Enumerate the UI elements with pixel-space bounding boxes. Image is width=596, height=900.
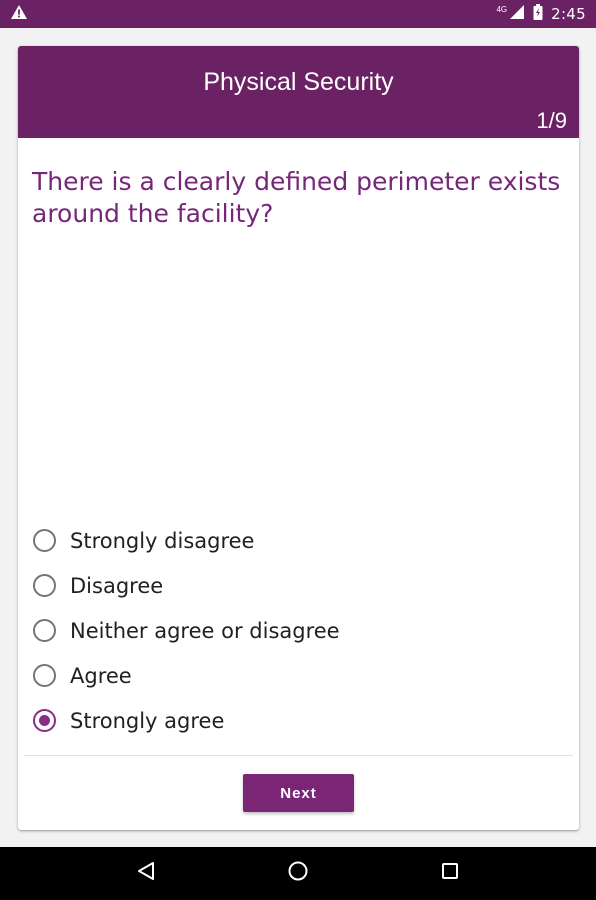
warning-icon — [10, 4, 28, 25]
radio-button[interactable] — [33, 574, 56, 597]
option-label: Strongly agree — [70, 708, 225, 733]
recents-icon — [440, 861, 460, 886]
option-strongly-disagree[interactable]: Strongly disagree — [33, 518, 553, 563]
home-icon — [287, 860, 309, 887]
radio-button[interactable] — [33, 529, 56, 552]
option-label: Neither agree or disagree — [70, 618, 340, 643]
network-type: 4G — [496, 4, 508, 14]
back-button[interactable] — [126, 854, 166, 894]
option-neither[interactable]: Neither agree or disagree — [33, 608, 553, 653]
question-card: Physical Security 1/9 There is a clearly… — [18, 46, 579, 830]
page-counter: 1/9 — [536, 108, 567, 133]
status-time: 2:45 — [551, 5, 586, 23]
option-agree[interactable]: Agree — [33, 653, 553, 698]
home-button[interactable] — [278, 854, 318, 894]
navigation-bar — [0, 847, 596, 900]
battery-icon — [533, 4, 543, 24]
answer-options: Strongly disagree Disagree Neither agree… — [33, 518, 553, 743]
option-strongly-agree[interactable]: Strongly agree — [33, 698, 553, 743]
question-text: There is a clearly defined perimeter exi… — [32, 167, 561, 228]
next-button[interactable]: Next — [243, 774, 354, 812]
radio-button[interactable] — [33, 619, 56, 642]
option-disagree[interactable]: Disagree — [33, 563, 553, 608]
radio-button[interactable] — [33, 664, 56, 687]
card-header: Physical Security 1/9 — [18, 46, 579, 138]
status-right: 4G 2:45 — [496, 4, 586, 24]
signal-icon — [509, 4, 525, 24]
status-bar: 4G 2:45 — [0, 0, 596, 28]
option-label: Strongly disagree — [70, 528, 255, 553]
page-title: Physical Security — [203, 68, 394, 96]
radio-button[interactable] — [33, 709, 56, 732]
option-label: Agree — [70, 663, 132, 688]
screen: 4G 2:45 Physical Security 1/9 There is a… — [0, 0, 596, 900]
back-icon — [135, 860, 157, 887]
status-left — [10, 4, 28, 25]
divider — [24, 755, 573, 756]
recents-button[interactable] — [430, 854, 470, 894]
option-label: Disagree — [70, 573, 164, 598]
